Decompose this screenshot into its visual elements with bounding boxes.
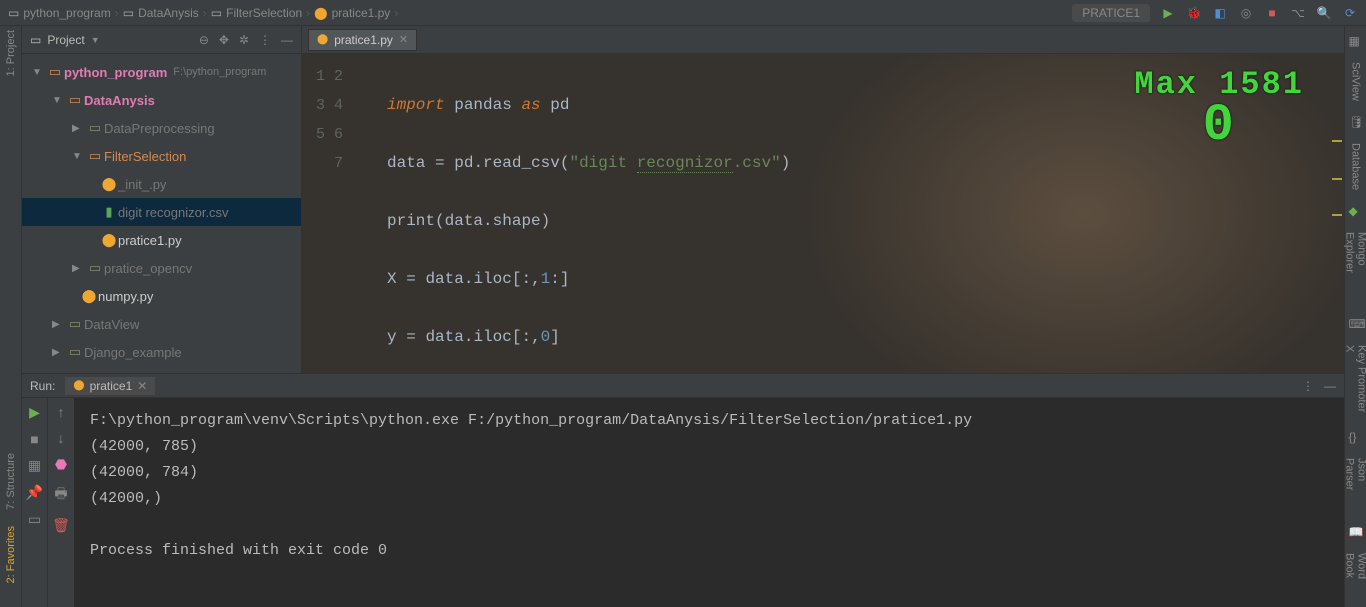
- run-toolbar-left: ▶ ■ ▦ 📌 ▭: [22, 398, 48, 607]
- tree-folder-django[interactable]: ▶▭ Django_example: [22, 338, 301, 366]
- run-tab[interactable]: ⬤ pratice1 ✕: [65, 377, 155, 395]
- python-icon: ⬤: [73, 380, 84, 391]
- left-tool-strip: 1: Project 7: Structure 2: Favorites: [0, 26, 22, 607]
- tree-file-init[interactable]: ⬤ _init_.py: [22, 170, 301, 198]
- editor-tabbar: ⬤ pratice1.py ✕: [302, 26, 1344, 54]
- run-configuration-selector[interactable]: PRATICE1: [1072, 4, 1150, 22]
- breadcrumb-item[interactable]: python_program: [23, 6, 110, 20]
- layout-icon[interactable]: ▦: [28, 457, 41, 474]
- tool-tab-sciview[interactable]: SciView: [1350, 58, 1362, 105]
- grid-icon[interactable]: ▦: [1349, 34, 1363, 48]
- tree-folder-picture[interactable]: ▶▭ picture: [22, 366, 301, 373]
- more-icon[interactable]: ⋮: [259, 33, 271, 47]
- chevron-down-icon[interactable]: ▼: [91, 35, 100, 45]
- tree-root[interactable]: ▼▭ python_program F:\python_program: [22, 58, 301, 86]
- down-icon[interactable]: ↓: [58, 430, 65, 446]
- run-output[interactable]: F:\python_program\venv\Scripts\python.ex…: [74, 398, 1344, 607]
- tool-tab-keypromoter[interactable]: Key Promoter X: [1344, 341, 1366, 420]
- book-icon[interactable]: 📖: [1349, 525, 1363, 539]
- run-toolbar-left-2: ↑ ↓ ⬣ 🖶 🗑: [48, 398, 74, 607]
- editor-tab-pratice1[interactable]: ⬤ pratice1.py ✕: [308, 29, 417, 51]
- print-icon[interactable]: 🖶: [54, 483, 67, 507]
- fps-overlay: Max 1581 0: [1134, 66, 1304, 149]
- toggle-wrap-icon[interactable]: ⬣: [55, 456, 67, 473]
- folder-icon: ▭: [211, 6, 222, 20]
- close-icon[interactable]: ✕: [137, 379, 147, 393]
- tool-tab-jsonparser[interactable]: Json Parser: [1344, 454, 1366, 516]
- tab-label: pratice1.py: [334, 33, 393, 47]
- tree-file-digit-csv[interactable]: ▮ digit recognizor.csv: [22, 198, 301, 226]
- coverage-icon[interactable]: ◧: [1212, 6, 1228, 20]
- tree-folder-pratice-opencv[interactable]: ▶▭ pratice_opencv: [22, 254, 301, 282]
- chevron-right-icon: ›: [115, 6, 119, 20]
- breadcrumb-item[interactable]: FilterSelection: [226, 6, 302, 20]
- code-editor[interactable]: 1 2 3 4 5 6 7 import pandas as pd data =…: [302, 54, 1344, 373]
- tree-folder-dataanysis[interactable]: ▼▭ DataAnysis: [22, 86, 301, 114]
- python-icon: ⬤: [314, 6, 327, 20]
- run-tab-label: pratice1: [90, 379, 133, 393]
- folder-icon: ▭: [8, 6, 19, 20]
- git-icon[interactable]: ⌥: [1290, 6, 1306, 20]
- mongo-icon[interactable]: ◆: [1349, 204, 1363, 218]
- database-icon[interactable]: 🛢: [1349, 115, 1363, 129]
- run-icon[interactable]: ▶: [1160, 6, 1176, 20]
- tree-file-numpy[interactable]: ⬤ numpy.py: [22, 282, 301, 310]
- chevron-right-icon: ›: [203, 6, 207, 20]
- key-icon[interactable]: ⌨: [1349, 317, 1363, 331]
- line-gutter: 1 2 3 4 5 6 7: [302, 54, 357, 373]
- stop-icon[interactable]: ■: [1264, 6, 1280, 20]
- run-panel: ▶ ■ ▦ 📌 ▭ ↑ ↓ ⬣ 🖶 🗑 F:\python_program\ve…: [22, 397, 1344, 607]
- tool-tab-wordbook[interactable]: Word Book: [1344, 549, 1366, 607]
- hide-icon[interactable]: —: [281, 33, 293, 47]
- profile-icon[interactable]: ◎: [1238, 6, 1254, 20]
- tool-tab-project[interactable]: 1: Project: [5, 30, 17, 76]
- stop-icon[interactable]: ■: [30, 431, 38, 447]
- close-icon[interactable]: ✕: [399, 33, 408, 46]
- expand-icon[interactable]: ▭: [28, 511, 41, 528]
- tool-tab-mongo[interactable]: Mongo Explorer: [1344, 228, 1366, 307]
- up-icon[interactable]: ↑: [58, 404, 65, 420]
- breadcrumb: ▭ python_program › ▭ DataAnysis › ▭ Filt…: [8, 6, 398, 20]
- folder-icon: ▭: [123, 6, 134, 20]
- pin-icon[interactable]: 📌: [26, 484, 43, 501]
- chevron-right-icon: ›: [394, 6, 398, 20]
- right-tool-strip: ▦ SciView 🛢 Database ◆ Mongo Explorer ⌨ …: [1344, 26, 1366, 607]
- locate-icon[interactable]: ✥: [219, 33, 229, 47]
- trash-icon[interactable]: 🗑: [52, 517, 70, 534]
- tree-folder-filterselection[interactable]: ▼▭ FilterSelection: [22, 142, 301, 170]
- project-panel: ▭ Project ▼ ⊖ ✥ ✲ ⋮ — ▼▭ python_program: [22, 26, 302, 373]
- tree-folder-datapreprocessing[interactable]: ▶▭ DataPreprocessing: [22, 114, 301, 142]
- search-icon[interactable]: 🔍: [1316, 6, 1332, 20]
- rerun-icon[interactable]: ▶: [29, 404, 40, 421]
- tool-tab-database[interactable]: Database: [1350, 139, 1362, 194]
- settings-icon[interactable]: ✲: [239, 33, 249, 47]
- chevron-right-icon: ›: [306, 6, 310, 20]
- json-icon[interactable]: {}: [1349, 430, 1363, 444]
- python-icon: ⬤: [317, 34, 328, 45]
- collapse-icon[interactable]: ⊖: [199, 33, 209, 47]
- tree-folder-dataview[interactable]: ▶▭ DataView: [22, 310, 301, 338]
- project-dropdown[interactable]: Project: [47, 33, 84, 47]
- tool-tab-favorites[interactable]: 2: Favorites: [5, 526, 17, 583]
- breadcrumb-item[interactable]: DataAnysis: [138, 6, 199, 20]
- sync-icon[interactable]: ⟳: [1342, 6, 1358, 20]
- tool-tab-structure[interactable]: 7: Structure: [5, 453, 17, 510]
- breadcrumb-item[interactable]: pratice1.py: [332, 6, 391, 20]
- debug-icon[interactable]: 🐞: [1186, 6, 1202, 20]
- top-toolbar: ▭ python_program › ▭ DataAnysis › ▭ Filt…: [0, 0, 1366, 26]
- more-icon[interactable]: ⋮: [1302, 379, 1314, 393]
- project-tree: ▼▭ python_program F:\python_program ▼▭ D…: [22, 54, 301, 373]
- hide-icon[interactable]: —: [1324, 379, 1336, 393]
- editor-scrollbar-marks[interactable]: [1330, 54, 1342, 373]
- tree-file-pratice1[interactable]: ⬤ pratice1.py: [22, 226, 301, 254]
- run-panel-label: Run:: [30, 379, 55, 393]
- folder-icon: ▭: [30, 33, 41, 47]
